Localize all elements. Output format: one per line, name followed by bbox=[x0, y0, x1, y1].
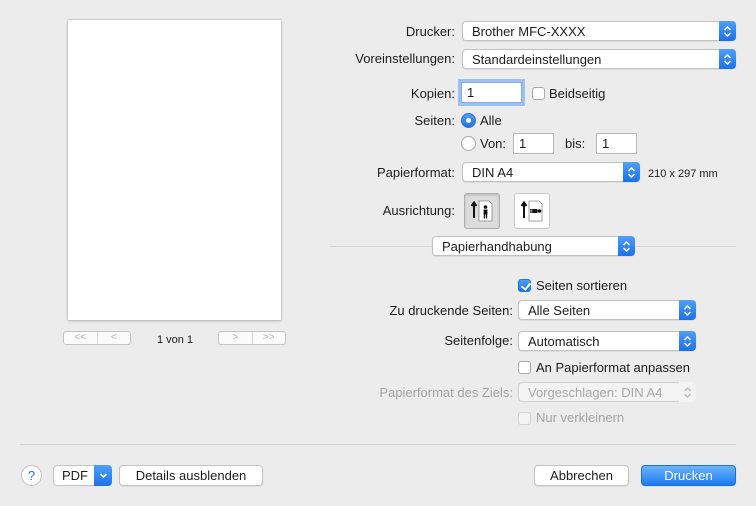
paper-size-label: Papierformat: bbox=[376, 165, 455, 180]
bottom-separator bbox=[20, 444, 736, 445]
portrait-person-icon bbox=[470, 200, 493, 222]
page-order-select[interactable]: Automatisch bbox=[518, 331, 696, 351]
up-down-chevron-icon bbox=[618, 236, 635, 256]
collate-label: Seiten sortieren bbox=[536, 278, 628, 293]
printer-label: Drucker: bbox=[405, 24, 455, 39]
printer-select[interactable]: Brother MFC-XXXX bbox=[462, 21, 736, 41]
scale-down-only-checkbox[interactable] bbox=[518, 412, 531, 425]
pages-to-print-label: Zu druckende Seiten: bbox=[389, 303, 513, 318]
destination-paper-select[interactable]: Vorgeschlagen: DIN A4 bbox=[518, 382, 696, 402]
destination-paper-value: Vorgeschlagen: DIN A4 bbox=[528, 385, 663, 400]
portrait-orientation-button[interactable] bbox=[464, 193, 500, 229]
up-down-chevron-icon bbox=[719, 21, 736, 41]
up-down-chevron-icon bbox=[679, 331, 696, 351]
previous-page-button[interactable]: < bbox=[96, 332, 131, 344]
collate-checkbox[interactable] bbox=[518, 279, 531, 292]
paper-size-select[interactable]: DIN A4 bbox=[462, 162, 640, 182]
copies-input[interactable]: 1 bbox=[461, 82, 522, 103]
pages-to-print-select[interactable]: Alle Seiten bbox=[518, 300, 696, 320]
presets-label: Voreinstellungen: bbox=[355, 51, 455, 66]
pages-label: Seiten: bbox=[414, 113, 455, 128]
up-down-chevron-icon bbox=[623, 162, 640, 182]
pdf-label: PDF bbox=[62, 468, 88, 483]
up-down-chevron-icon bbox=[719, 49, 736, 69]
next-page-button[interactable]: > bbox=[219, 332, 252, 344]
pages-from-label: Von: bbox=[480, 136, 507, 151]
copies-label: Kopien: bbox=[410, 86, 455, 101]
duplex-label: Beidseitig bbox=[549, 86, 606, 101]
presets-select[interactable]: Standardeinstellungen bbox=[462, 49, 736, 69]
page-order-value: Automatisch bbox=[528, 334, 600, 349]
cancel-button[interactable]: Abbrechen bbox=[534, 465, 629, 486]
last-page-button[interactable]: >> bbox=[251, 332, 286, 344]
orientation-label: Ausrichtung: bbox=[382, 203, 455, 218]
pages-all-label: Alle bbox=[480, 113, 502, 128]
preview-nav-forward-group: > >> bbox=[218, 331, 286, 345]
paper-dimensions: 210 x 297 mm bbox=[648, 168, 718, 180]
first-page-button[interactable]: << bbox=[64, 332, 97, 344]
page-order-label: Seitenfolge: bbox=[444, 333, 513, 348]
destination-paper-label: Papierformat des Ziels: bbox=[379, 385, 513, 400]
print-preview-page bbox=[68, 20, 281, 320]
pages-from-input[interactable]: 1 bbox=[513, 133, 554, 154]
pages-range-radio[interactable] bbox=[461, 136, 476, 151]
landscape-person-icon bbox=[520, 200, 543, 222]
pages-to-print-value: Alle Seiten bbox=[528, 303, 591, 318]
section-menu-select[interactable]: Papierhandhabung bbox=[432, 236, 635, 256]
scale-to-fit-checkbox[interactable] bbox=[518, 361, 531, 374]
duplex-checkbox[interactable] bbox=[532, 87, 545, 100]
landscape-orientation-button[interactable] bbox=[514, 193, 550, 229]
up-down-chevron-icon bbox=[679, 300, 696, 320]
scale-down-only-label: Nur verkleinern bbox=[536, 410, 625, 425]
pages-to-input[interactable]: 1 bbox=[596, 133, 637, 154]
up-down-chevron-icon bbox=[679, 382, 696, 402]
page-count-label: 1 von 1 bbox=[156, 334, 194, 346]
help-button[interactable]: ? bbox=[21, 465, 42, 486]
pages-to-label: bis: bbox=[565, 136, 586, 151]
pdf-menu-button[interactable]: PDF bbox=[53, 465, 112, 486]
chevron-down-icon bbox=[94, 465, 112, 486]
paper-size-value: DIN A4 bbox=[472, 165, 514, 180]
presets-value: Standardeinstellungen bbox=[472, 52, 602, 67]
print-button[interactable]: Drucken bbox=[641, 465, 736, 486]
preview-nav-back-group: << < bbox=[63, 331, 131, 345]
pages-all-radio[interactable] bbox=[461, 113, 476, 128]
hide-details-button[interactable]: Details ausblenden bbox=[119, 465, 263, 486]
printer-value: Brother MFC-XXXX bbox=[472, 24, 586, 39]
section-menu-value: Papierhandhabung bbox=[442, 239, 552, 254]
scale-to-fit-label: An Papierformat anpassen bbox=[536, 360, 690, 375]
